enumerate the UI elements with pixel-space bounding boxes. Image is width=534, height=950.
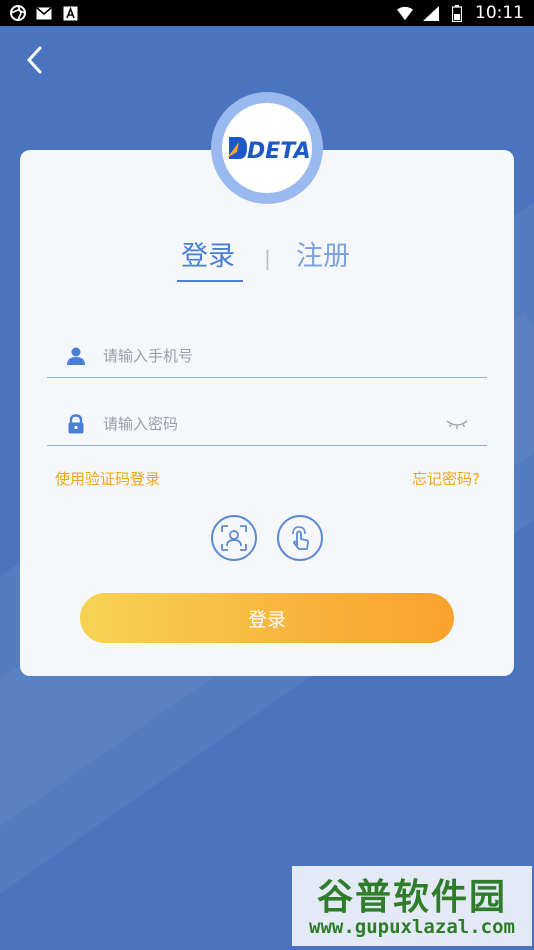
sms-login-link[interactable]: 使用验证码登录 — [55, 468, 160, 489]
watermark-title: 谷普软件园 — [316, 877, 507, 918]
deta-logo: DETA — [227, 137, 309, 162]
login-card: 登录 | 注册 使用验证码登录 忘记密码? 登录 — [20, 150, 514, 676]
chevron-left-icon — [26, 46, 42, 74]
auth-tabs: 登录 | 注册 — [20, 234, 514, 294]
lock-icon — [65, 413, 87, 435]
user-icon — [65, 345, 87, 367]
fingerprint-login-button[interactable] — [277, 515, 323, 561]
status-right: 10:11 — [397, 3, 524, 23]
status-bar: 10:11 — [0, 0, 534, 26]
signal-icon — [423, 5, 439, 21]
mail-icon — [36, 6, 52, 20]
watermark: 谷普软件园 www.gupuxlazal.com — [292, 866, 532, 946]
eye-closed-icon[interactable] — [445, 416, 469, 432]
battery-icon — [449, 4, 465, 22]
active-tab-indicator — [177, 280, 243, 282]
phone-input[interactable] — [103, 334, 487, 377]
logo-text: DETA — [247, 139, 309, 162]
aperture-icon — [10, 5, 26, 21]
tab-divider: | — [264, 246, 271, 270]
face-id-icon — [221, 525, 247, 551]
forgot-password-link[interactable]: 忘记密码? — [412, 468, 480, 489]
back-button[interactable] — [18, 44, 50, 76]
tab-login[interactable]: 登录 — [181, 234, 235, 273]
fingerprint-touch-icon — [292, 526, 309, 550]
logo-inner: DETA — [222, 103, 312, 193]
login-button[interactable]: 登录 — [80, 593, 454, 643]
status-time: 10:11 — [475, 3, 524, 23]
password-field — [47, 402, 487, 446]
logo-badge: DETA — [211, 92, 323, 204]
password-input[interactable] — [103, 402, 445, 445]
wifi-icon — [397, 6, 413, 20]
a-icon — [62, 6, 78, 20]
face-login-button[interactable] — [211, 515, 257, 561]
watermark-url: www.gupuxlazal.com — [309, 916, 515, 938]
tab-register[interactable]: 注册 — [296, 234, 350, 273]
phone-field — [47, 334, 487, 378]
status-left — [10, 5, 78, 21]
